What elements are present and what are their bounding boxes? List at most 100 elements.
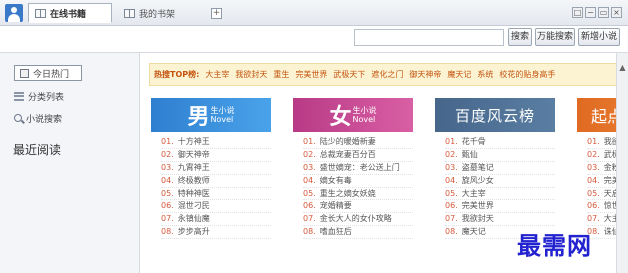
rank-number: 06. <box>303 201 316 211</box>
list-item[interactable]: 03. 盗墓笔记 <box>445 162 555 175</box>
list-item[interactable]: 05. 大主宰 <box>445 188 555 201</box>
ranking-list: 01. 花千骨 02. 甄仙 03. 盗墓笔记 04. 旋风少女 05. 大主宰 06. 完… <box>435 132 555 240</box>
list-item[interactable]: 02. 总裁宠妻百分百 <box>303 149 413 162</box>
list-item[interactable]: 04. 完美 <box>587 175 616 188</box>
rank-number: 07. <box>445 214 458 224</box>
sidebar-item-today-hot[interactable]: 今日热门 <box>14 65 82 81</box>
list-item[interactable]: 06. 完美世界 <box>445 200 555 214</box>
user-avatar-icon[interactable] <box>5 4 23 22</box>
list-item[interactable]: 06. 宠婚精要 <box>303 200 413 214</box>
list-item[interactable]: 05. 重生之嫡女妖娆 <box>303 188 413 201</box>
book-title: 我欲封天 <box>461 214 494 224</box>
scroll-up-arrow-icon[interactable]: ▲ <box>618 63 627 72</box>
list-item[interactable]: 08. 步步高升 <box>161 226 271 240</box>
list-item[interactable]: 05. 天启 <box>587 188 616 201</box>
list-item[interactable]: 03. 九霄神王 <box>161 162 271 175</box>
rank-number: 08. <box>445 227 458 237</box>
list-item[interactable]: 02. 御天神帝 <box>161 149 271 162</box>
banner-sub-a: 生小说 <box>353 106 377 115</box>
rank-number: 02. <box>587 149 600 159</box>
book-title: 惊世 <box>603 201 616 211</box>
list-item[interactable]: 03. 盛世嫡宠：老公送上门 <box>303 162 413 175</box>
rank-number: 04. <box>303 175 316 185</box>
list-item[interactable]: 07. 金长大人的女仆攻略 <box>303 213 413 227</box>
baidu-ranking-banner[interactable]: 百度风云榜 <box>435 98 555 132</box>
hot-keyword[interactable]: 我欲封天 <box>235 70 267 79</box>
ranking-list: 01. 十方神王 02. 御天神帝 03. 九霄神王 04. 终极教师 05. 特种神医 … <box>151 132 271 240</box>
list-item[interactable]: 01. 陆少的暖婚新妻 <box>303 136 413 149</box>
tab-my-bookshelf[interactable]: 我的书架 <box>118 3 198 23</box>
list-item[interactable]: 03. 金粉 <box>587 162 616 175</box>
male-novel-card: 男 生小说 Novel 01. 十方神王 02. 御天神帝 03. 九霄神王 04. 终… <box>151 98 271 273</box>
book-title: 特种神医 <box>177 188 210 198</box>
hot-keyword[interactable]: 系统 <box>477 70 493 79</box>
search-input[interactable] <box>354 29 504 46</box>
hot-keyword[interactable]: 御天神帝 <box>409 70 441 79</box>
minimize-button[interactable]: − <box>585 7 596 18</box>
book-title: 盛世嫡宠：老公送上门 <box>319 162 400 172</box>
window-controls: □ − ▭ × <box>572 7 622 18</box>
universal-search-button[interactable]: 万能搜索 <box>535 28 575 46</box>
tab-online-books[interactable]: 在线书籍 <box>28 3 112 23</box>
book-title: 金粉 <box>603 162 616 172</box>
banner-title: 起点 <box>591 107 616 126</box>
book-title: 总裁宠妻百分百 <box>319 149 376 159</box>
rank-number: 02. <box>303 149 316 159</box>
book-title: 诛仙 <box>603 227 616 237</box>
list-item[interactable]: 06. 惊世 <box>587 200 616 214</box>
vertical-scrollbar[interactable]: ▲ <box>616 53 628 273</box>
banner-sub-b: Novel <box>210 115 234 124</box>
list-item[interactable]: 07. 永镇仙魔 <box>161 213 271 227</box>
book-title: 旋风少女 <box>461 175 494 185</box>
list-item[interactable]: 04. 终极教师 <box>161 175 271 188</box>
rank-number: 01. <box>303 137 316 146</box>
list-item[interactable]: 02. 武极 <box>587 149 616 162</box>
hot-keyword[interactable]: 校花的贴身高手 <box>499 70 555 79</box>
list-item[interactable]: 01. 花千骨 <box>445 136 555 149</box>
book-title: 陆少的暖婚新妻 <box>319 137 376 146</box>
female-novel-card: 女 生小说 Novel 01. 陆少的暖婚新妻 02. 总裁宠妻百分百 03. 盛世嫡… <box>293 98 413 273</box>
rank-number: 03. <box>303 162 316 172</box>
banner-subtitle: 生小说 Novel <box>353 106 377 124</box>
book-title: 九霄神王 <box>177 162 210 172</box>
banner-sub-a: 生小说 <box>211 106 235 115</box>
hot-keyword[interactable]: 大主宰 <box>205 70 229 79</box>
book-title: 花千骨 <box>461 137 486 146</box>
search-button[interactable]: 搜索 <box>508 28 532 46</box>
qidian-banner[interactable]: 起点 <box>577 98 616 132</box>
hot-keyword[interactable]: 重生 <box>273 70 289 79</box>
hot-keyword[interactable]: 遮化之门 <box>371 70 403 79</box>
add-tab-button[interactable]: + <box>211 8 222 19</box>
skin-button[interactable]: □ <box>572 7 583 18</box>
recent-reading-heading: 最近阅读 <box>13 143 62 157</box>
sidebar-item-category-list[interactable]: 分类列表 <box>14 88 64 104</box>
list-item[interactable]: 08. 嗜血狂后 <box>303 226 413 240</box>
maximize-button[interactable]: ▭ <box>598 7 609 18</box>
rank-number: 03. <box>161 162 174 172</box>
sidebar-item-novel-search[interactable]: 小说搜索 <box>14 110 62 126</box>
list-item[interactable]: 06. 混世刁民 <box>161 200 271 214</box>
male-novel-banner[interactable]: 男 生小说 Novel <box>151 98 271 132</box>
close-button[interactable]: × <box>611 7 622 18</box>
list-item[interactable]: 02. 甄仙 <box>445 149 555 162</box>
sidebar-item-label: 分类列表 <box>28 92 65 103</box>
book-title: 魔天记 <box>461 227 486 237</box>
list-item[interactable]: 07. 我欲封天 <box>445 213 555 227</box>
book-title: 永镇仙魔 <box>177 214 210 224</box>
list-item[interactable]: 01. 十方神王 <box>161 136 271 149</box>
list-item[interactable]: 04. 嫡女有毒 <box>303 175 413 188</box>
list-item[interactable]: 04. 旋风少女 <box>445 175 555 188</box>
list-item[interactable]: 01. 我欲 <box>587 136 616 149</box>
female-novel-banner[interactable]: 女 生小说 Novel <box>293 98 413 132</box>
list-item[interactable]: 05. 特种神医 <box>161 188 271 201</box>
ranking-list: 01. 陆少的暖婚新妻 02. 总裁宠妻百分百 03. 盛世嫡宠：老公送上门 04. 嫡… <box>293 132 413 240</box>
hot-keyword[interactable]: 魔天记 <box>447 70 471 79</box>
title-bar: 在线书籍 我的书架 + □ − ▭ × <box>0 0 628 26</box>
hot-keyword[interactable]: 武极天下 <box>333 70 365 79</box>
add-novel-button[interactable]: 新增小说 <box>578 28 620 46</box>
sidebar: 今日热门 分类列表 小说搜索 最近阅读 <box>0 53 140 273</box>
hot-keyword[interactable]: 完美世界 <box>295 70 327 79</box>
list-item[interactable]: 07. 大主 <box>587 213 616 227</box>
book-title: 甄仙 <box>461 149 478 159</box>
search-row: 搜索 万能搜索 新增小说 <box>0 26 628 48</box>
